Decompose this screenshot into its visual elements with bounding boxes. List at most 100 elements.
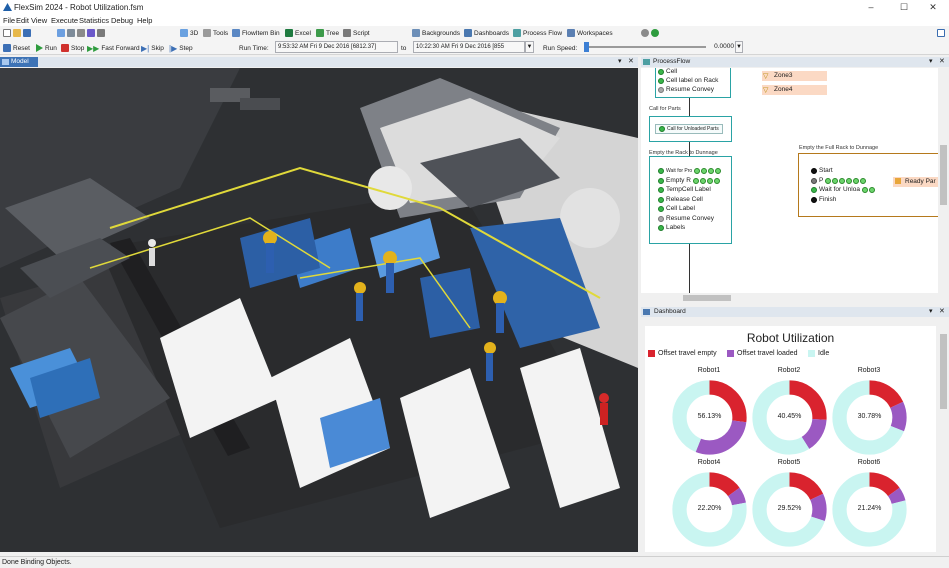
process-flow-button[interactable]: Process Flow xyxy=(513,28,562,38)
run-speed-dropdown-icon[interactable]: ▼ xyxy=(735,41,743,53)
model-tab-icon xyxy=(2,59,9,65)
legend-item-empty: Offset travel empty xyxy=(648,350,717,357)
zone-icon: ▽ xyxy=(763,73,769,80)
processflow-vscrollbar[interactable] xyxy=(938,68,949,293)
skip-icon: ▶| xyxy=(141,43,150,53)
backgrounds-button[interactable]: Backgrounds xyxy=(412,28,460,38)
processflow-vscroll-thumb[interactable] xyxy=(940,145,947,205)
pf-row-resume-convey[interactable]: Resume Convey xyxy=(658,86,714,93)
pf-row-tempcell-label[interactable]: TempCell Label xyxy=(658,186,711,193)
processflow-canvas[interactable]: Cell Cell label on Rack Resume Convey Zo… xyxy=(641,68,938,293)
menu-view[interactable]: View xyxy=(31,16,47,25)
title-bar: FlexSim 2024 - Robot Utilization.fsm – ☐… xyxy=(0,0,949,15)
pf-zone4[interactable]: Zone4 xyxy=(762,85,827,95)
pf-row-cell-label-rack[interactable]: Cell label on Rack xyxy=(658,77,718,84)
reset-icon xyxy=(3,44,11,52)
run-button[interactable]: Run xyxy=(36,43,57,53)
model-close-icon[interactable]: ✕ xyxy=(628,57,634,65)
tab-processflow[interactable]: ProcessFlow xyxy=(653,58,690,65)
pf-row-release-cell[interactable]: Release Cell xyxy=(658,196,703,203)
pf-row-start[interactable]: Start xyxy=(811,167,833,174)
pf-row-empty-r[interactable]: Empty R xyxy=(658,177,720,184)
activity-icon xyxy=(658,196,664,203)
pf-row-cell-label[interactable]: Cell Label xyxy=(658,205,695,212)
fast-forward-button[interactable]: ▶▶ Fast Forward xyxy=(87,43,140,53)
object-mode-icon[interactable] xyxy=(77,29,85,37)
run-time-field[interactable]: 9:53:32 AM Fri 9 Dec 2016 [6812.37] xyxy=(275,41,398,53)
help-icon[interactable] xyxy=(651,29,659,37)
main-toolbar: 3D Tools FlowItem Bin Excel Tree Script … xyxy=(0,26,949,40)
menu-edit[interactable]: Edit xyxy=(16,16,29,25)
pf-zone3[interactable]: Zone3 xyxy=(762,71,827,81)
processflow-hscroll-thumb[interactable] xyxy=(683,295,731,301)
utilization-percent: 21.24% xyxy=(857,505,882,512)
restore-layout-icon[interactable] xyxy=(937,29,945,37)
legend-item-idle: Idle xyxy=(808,350,829,357)
run-icon xyxy=(36,44,43,52)
utilization-percent: 29.52% xyxy=(777,505,802,512)
connect-mode-icon[interactable] xyxy=(67,29,75,37)
menu-file[interactable]: File xyxy=(3,16,15,25)
pf-row-labels[interactable]: Labels xyxy=(658,224,685,231)
stop-time-dropdown-icon[interactable]: ▼ xyxy=(525,41,534,53)
model-3d-view[interactable] xyxy=(0,68,638,552)
processflow-close-icon[interactable]: ✕ xyxy=(939,57,945,65)
close-button[interactable]: ✕ xyxy=(917,0,949,15)
pf-caption-full: Empty the Full Rack to Dunnage xyxy=(799,145,879,151)
robot-label: Robot2 xyxy=(777,367,801,374)
flowitem-bin-icon xyxy=(232,29,240,37)
excel-button[interactable]: Excel xyxy=(285,28,311,38)
pf-row-wait-for-unload[interactable]: Wait for Unloa xyxy=(811,186,875,193)
skip-button[interactable]: ▶| Skip xyxy=(141,43,164,53)
minimize-button[interactable]: – xyxy=(855,0,887,15)
pf-call-activity[interactable]: Call for Unloaded Parts xyxy=(655,124,723,134)
settings-gear-icon[interactable] xyxy=(641,29,649,37)
stop-time-field[interactable]: 10:22:30 AM Fri 9 Dec 2016 [855 xyxy=(413,41,525,53)
view-options-icon[interactable] xyxy=(97,29,105,37)
new-file-icon[interactable] xyxy=(3,29,11,37)
color-mode-icon[interactable] xyxy=(87,29,95,37)
flowitem-bin-button[interactable]: FlowItem Bin xyxy=(232,28,280,38)
model-pin-icon[interactable]: ▾ xyxy=(618,57,622,65)
reset-button[interactable]: Reset xyxy=(3,43,30,53)
tree-button[interactable]: Tree xyxy=(316,28,339,38)
menu-execute[interactable]: Execute xyxy=(51,16,78,25)
step-button[interactable]: |▶ Step xyxy=(169,43,193,53)
menu-debug[interactable]: Debug xyxy=(111,16,133,25)
robot-label: Robot1 xyxy=(697,367,721,374)
dashboard-tab-bar: Dashboard xyxy=(641,307,949,317)
stop-button[interactable]: Stop xyxy=(61,43,84,53)
processflow-pin-icon[interactable]: ▾ xyxy=(929,57,933,65)
menu-help[interactable]: Help xyxy=(137,16,152,25)
fast-forward-icon: ▶▶ xyxy=(87,43,100,53)
select-mode-icon[interactable] xyxy=(57,29,65,37)
pf-row-wait-for-pro[interactable]: Wait for Pro xyxy=(658,168,722,174)
script-button[interactable]: Script xyxy=(343,28,370,38)
dashboard-pin-icon[interactable]: ▾ xyxy=(929,307,933,315)
dashboard-vscroll-thumb[interactable] xyxy=(940,334,947,409)
pf-row-resume-convey-2[interactable]: Resume Convey xyxy=(658,215,714,222)
open-folder-icon[interactable] xyxy=(13,29,21,37)
tools-button[interactable]: Tools xyxy=(203,28,228,38)
workspaces-button[interactable]: Workspaces xyxy=(567,28,613,38)
3d-button[interactable]: 3D xyxy=(180,28,198,38)
menu-statistics[interactable]: Statistics xyxy=(79,16,109,25)
run-speed-slider-thumb[interactable] xyxy=(584,42,589,52)
pf-row-p[interactable]: P xyxy=(811,177,867,184)
dashboard-close-icon[interactable]: ✕ xyxy=(939,307,945,315)
save-icon[interactable] xyxy=(23,29,31,37)
pf-row-finish[interactable]: Finish xyxy=(811,196,836,203)
pf-row-cell[interactable]: Cell xyxy=(658,68,677,75)
dashboards-button[interactable]: Dashboards xyxy=(464,28,509,38)
run-speed-slider[interactable] xyxy=(584,46,706,48)
tab-dashboard[interactable]: Dashboard xyxy=(654,308,686,315)
dashboard-vscrollbar[interactable] xyxy=(938,318,949,552)
token-icons xyxy=(694,168,722,174)
processflow-hscrollbar[interactable] xyxy=(641,293,938,303)
activity-icon xyxy=(658,215,664,222)
processflow-tab-bar: ProcessFlow xyxy=(641,57,949,67)
maximize-button[interactable]: ☐ xyxy=(888,0,920,15)
activity-icon xyxy=(659,126,665,132)
run-speed-value: 0.0000 xyxy=(714,43,734,50)
activity-icon xyxy=(658,177,664,184)
